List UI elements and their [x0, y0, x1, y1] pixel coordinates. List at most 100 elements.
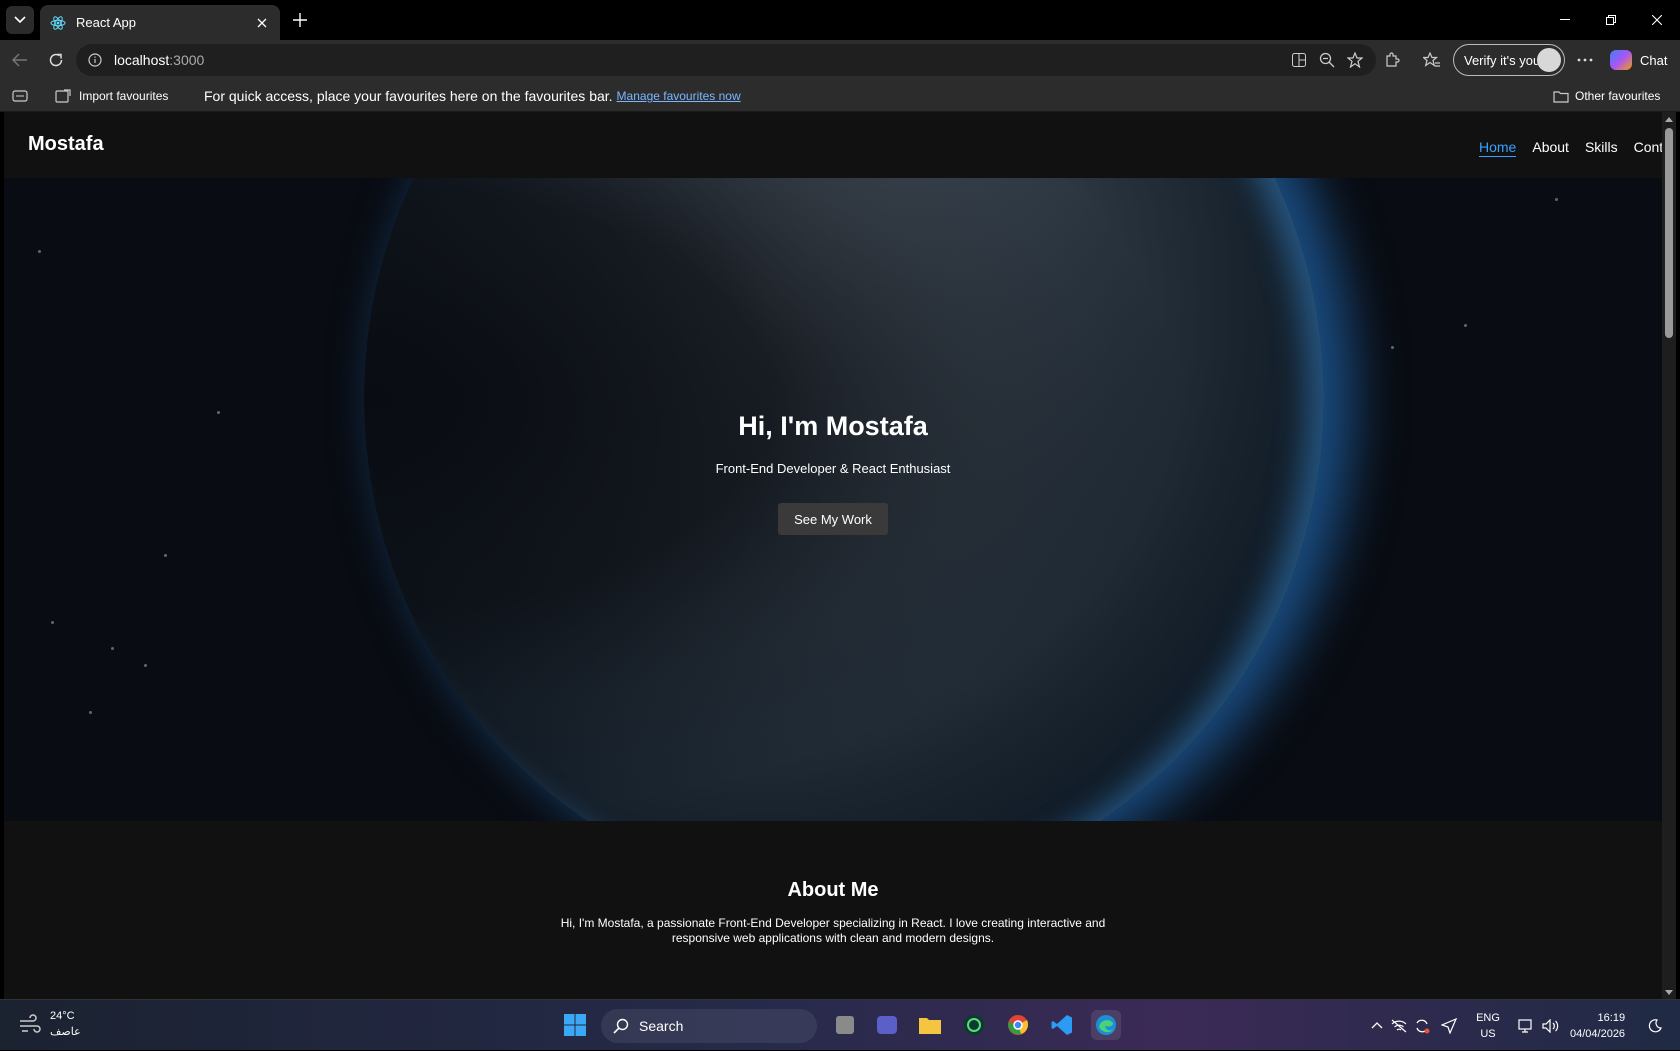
scroll-up-arrow[interactable]	[1662, 112, 1676, 126]
browser-tab[interactable]: React App	[40, 5, 280, 40]
tray-network[interactable]	[1516, 1000, 1536, 1051]
more-menu-button[interactable]	[1573, 48, 1597, 72]
tray-wifi-off[interactable]	[1389, 1000, 1409, 1051]
see-my-work-button[interactable]: See My Work	[778, 503, 888, 535]
address-bar[interactable]: localhost:3000	[76, 44, 1376, 76]
close-icon	[1652, 15, 1662, 25]
verify-label: Verify it's you	[1464, 52, 1541, 68]
minimize-button[interactable]	[1542, 0, 1588, 40]
browser-titlebar: React App	[0, 0, 1680, 40]
tray-volume[interactable]	[1540, 1000, 1562, 1051]
favorites-button[interactable]	[1420, 48, 1444, 72]
about-section: About Me Hi, I'm Mostafa, a passionate F…	[4, 821, 1662, 999]
start-button[interactable]	[560, 1010, 590, 1040]
site-brand[interactable]: Mostafa	[28, 133, 104, 156]
import-favourites-label: Import favourites	[79, 89, 169, 103]
nav-link-contact[interactable]: Contact	[1634, 139, 1662, 157]
tab-actions-icon	[12, 90, 28, 102]
scrollbar-thumb[interactable]	[1665, 128, 1673, 338]
minimize-icon	[1560, 19, 1570, 20]
clock-date: 04/04/2026	[1570, 1028, 1626, 1040]
tab-list-icon	[14, 16, 26, 24]
teams-icon	[877, 1016, 897, 1034]
tab-close-button[interactable]	[254, 15, 270, 31]
about-heading: About Me	[787, 879, 879, 901]
keyboard-region: US	[1480, 1027, 1496, 1040]
split-screen-icon	[1292, 53, 1306, 67]
manage-favourites-link[interactable]: Manage favourites now	[617, 89, 741, 103]
taskbar-app-vscode[interactable]	[1047, 1010, 1077, 1040]
page-scrollbar[interactable]	[1662, 112, 1676, 999]
favorite-star-button[interactable]	[1343, 48, 1367, 72]
restore-button[interactable]	[1588, 0, 1634, 40]
taskbar-clock[interactable]: 16:19 04/04/2026	[1570, 1010, 1625, 1042]
chat-label: Chat	[1640, 52, 1668, 68]
taskbar-search[interactable]: Search	[601, 1009, 817, 1043]
restore-icon	[1606, 15, 1616, 25]
page-viewport: Mostafa Home About Skills Contact Hi, I'…	[4, 112, 1662, 999]
language-indicator[interactable]: ENG US	[1470, 1000, 1506, 1051]
copilot-chat-button[interactable]: Chat	[1610, 48, 1667, 72]
site-navbar: Mostafa Home About Skills Contact	[4, 112, 1662, 178]
weather-temp: 24°C	[50, 1010, 75, 1022]
favourites-hint-text: For quick access, place your favourites …	[204, 88, 613, 104]
favourites-hint: For quick access, place your favourites …	[204, 80, 741, 112]
tray-sync[interactable]	[1412, 1000, 1432, 1051]
reload-button[interactable]	[44, 48, 68, 72]
import-icon	[55, 89, 71, 103]
taskbar-app-teams[interactable]	[872, 1010, 902, 1040]
extensions-icon	[1386, 52, 1400, 67]
hero-content: Hi, I'm Mostafa Front-End Developer & Re…	[4, 178, 1662, 821]
other-favourites-button[interactable]: Other favourites	[1553, 80, 1660, 112]
vscode-icon	[1051, 1015, 1072, 1035]
taskbar-app-android-studio[interactable]	[959, 1010, 989, 1040]
nav-link-skills[interactable]: Skills	[1585, 139, 1618, 157]
search-icon	[613, 1018, 629, 1034]
split-screen-button[interactable]	[1287, 48, 1311, 72]
app-icon	[836, 1016, 854, 1034]
show-hidden-icons-button[interactable]	[1367, 1000, 1387, 1051]
volume-icon	[1542, 1018, 1559, 1033]
avatar	[1537, 48, 1561, 72]
tray-send[interactable]	[1439, 1000, 1459, 1051]
reload-icon	[49, 53, 63, 67]
hero-title: Hi, I'm Mostafa	[738, 411, 928, 441]
zoom-button[interactable]	[1315, 48, 1339, 72]
info-icon	[88, 53, 102, 67]
hero-subtitle: Front-End Developer & React Enthusiast	[715, 461, 951, 476]
back-icon	[12, 53, 27, 67]
verify-profile-button[interactable]: Verify it's you	[1453, 44, 1565, 76]
extensions-button[interactable]	[1380, 48, 1404, 72]
clock-time: 16:19	[1597, 1012, 1626, 1024]
react-icon	[50, 15, 66, 30]
wifi-off-icon	[1391, 1019, 1407, 1032]
tab-list-button[interactable]	[6, 6, 34, 34]
new-tab-button[interactable]	[288, 8, 312, 32]
nav-link-home[interactable]: Home	[1479, 139, 1517, 157]
taskbar-app-edge[interactable]	[1091, 1010, 1121, 1040]
folder-icon	[919, 1018, 941, 1034]
windows-icon	[564, 1014, 586, 1036]
taskbar-app-chrome[interactable]	[1003, 1010, 1033, 1040]
notifications-button[interactable]	[1645, 1000, 1665, 1051]
close-icon	[257, 18, 267, 27]
network-icon	[1518, 1018, 1532, 1033]
about-text: Hi, I'm Mostafa, a passionate Front-End …	[560, 916, 1106, 945]
taskbar-app-file-explorer[interactable]	[915, 1010, 945, 1040]
send-icon	[1441, 1017, 1457, 1034]
edge-icon	[1096, 1015, 1116, 1035]
nav-link-about[interactable]: About	[1532, 139, 1569, 157]
taskbar-app-file-viewer[interactable]	[830, 1010, 860, 1040]
chevron-up-icon	[1371, 1022, 1383, 1029]
weather-widget[interactable]: 24°C عاصف	[18, 1008, 81, 1040]
import-favourites-button[interactable]: Import favourites	[55, 80, 168, 112]
chrome-icon	[1008, 1015, 1029, 1035]
tab-title: React App	[76, 15, 136, 30]
back-button[interactable]	[8, 48, 32, 72]
android-studio-icon	[964, 1015, 984, 1035]
more-icon	[1577, 58, 1593, 62]
sidebar-toggle-button[interactable]	[12, 80, 28, 112]
scroll-down-arrow[interactable]	[1662, 985, 1676, 999]
close-window-button[interactable]	[1634, 0, 1680, 40]
wind-icon	[20, 1014, 41, 1033]
